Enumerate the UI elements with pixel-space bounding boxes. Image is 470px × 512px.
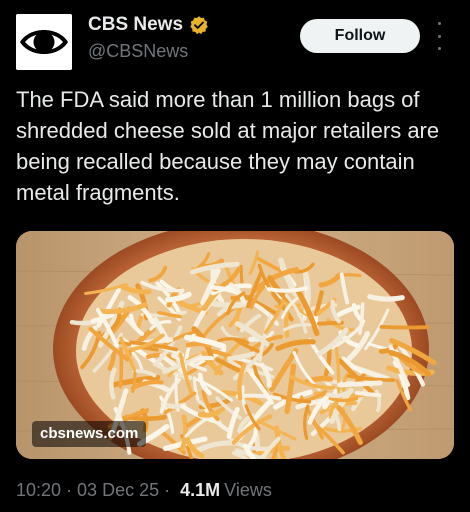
post-time[interactable]: 10:20 (16, 480, 61, 501)
post-date[interactable]: 03 Dec 25 (77, 480, 159, 501)
post-meta: 10:20 · 03 Dec 25 · 4.1M Views (16, 480, 272, 501)
more-dot (437, 34, 441, 38)
post-text: The FDA said more than 1 million bags of… (16, 87, 440, 205)
media-watermark: cbsnews.com (32, 421, 147, 447)
cheese-shred (354, 390, 382, 398)
meta-separator: · (164, 480, 171, 500)
cheese-shred (337, 380, 383, 388)
author-name-row: CBS News (88, 14, 209, 36)
more-dot (437, 22, 441, 25)
cheese-shred (379, 325, 430, 330)
cheese-shred (367, 294, 405, 302)
views-count: 4.1M (180, 480, 221, 500)
follow-button[interactable]: Follow (300, 19, 420, 53)
post-media-image[interactable]: cbsnews.com (16, 231, 454, 459)
author-display-name[interactable]: CBS News (88, 14, 183, 36)
author-handle[interactable]: @CBSNews (88, 41, 188, 62)
cbs-eye-logo-icon (16, 14, 72, 70)
verified-badge-icon (190, 16, 208, 35)
views-label: Views (224, 480, 272, 500)
cheese-shred (239, 264, 244, 286)
meta-separator: · (66, 480, 73, 500)
more-vertical-icon[interactable] (432, 22, 446, 50)
post-card: CBS News @CBSNews Follow The FDA said mo… (0, 0, 470, 512)
more-dot (437, 47, 441, 50)
avatar[interactable] (16, 14, 72, 70)
